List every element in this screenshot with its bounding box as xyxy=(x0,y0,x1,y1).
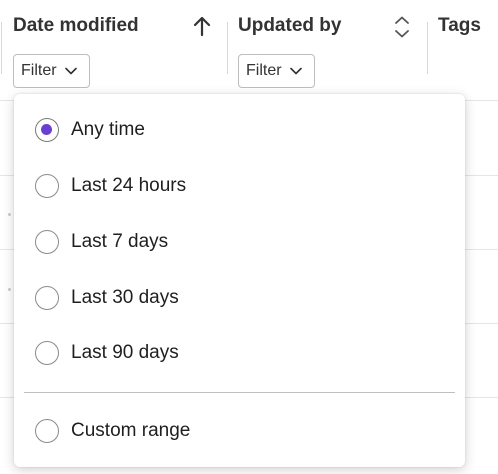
radio-button[interactable] xyxy=(35,230,59,254)
column-title-tags[interactable]: Tags xyxy=(438,15,481,37)
chevron-down-icon xyxy=(289,67,302,75)
filter-option-last-90-days[interactable]: Last 90 days xyxy=(14,329,465,377)
option-label: Any time xyxy=(71,119,145,140)
option-label: Last 30 days xyxy=(71,287,179,308)
column-title-updated-by[interactable]: Updated by xyxy=(238,15,341,37)
arrow-up-icon[interactable] xyxy=(191,14,213,38)
radio-button[interactable] xyxy=(35,174,59,198)
table-row-marker xyxy=(8,213,11,216)
sort-toggle-icon[interactable] xyxy=(393,15,411,39)
table-header: Date modified Filter Updated by Filter T… xyxy=(0,0,498,100)
option-label: Last 90 days xyxy=(71,342,179,363)
menu-divider xyxy=(24,392,455,393)
updated-by-filter-button[interactable]: Filter xyxy=(238,54,315,88)
column-title-date-modified[interactable]: Date modified xyxy=(13,15,139,37)
option-label: Custom range xyxy=(71,420,191,441)
radio-button-selected[interactable] xyxy=(35,118,59,142)
radio-button[interactable] xyxy=(35,286,59,310)
table-row-marker xyxy=(8,288,11,291)
column-separator xyxy=(1,22,2,74)
filter-option-last-7-days[interactable]: Last 7 days xyxy=(14,218,465,266)
radio-button[interactable] xyxy=(35,341,59,365)
filter-option-custom-range[interactable]: Custom range xyxy=(14,407,465,455)
radio-button[interactable] xyxy=(35,419,59,443)
filter-button-label: Filter xyxy=(21,62,57,79)
filter-option-any-time[interactable]: Any time xyxy=(14,106,465,154)
option-label: Last 24 hours xyxy=(71,175,187,196)
option-label: Last 7 days xyxy=(71,231,169,252)
chevron-down-icon xyxy=(64,67,77,75)
date-filter-dropdown: Any time Last 24 hours Last 7 days Last … xyxy=(14,94,465,467)
date-modified-filter-button[interactable]: Filter xyxy=(13,54,90,88)
column-separator xyxy=(427,22,428,74)
filter-option-last-24-hours[interactable]: Last 24 hours xyxy=(14,162,465,210)
filter-option-last-30-days[interactable]: Last 30 days xyxy=(14,274,465,322)
filter-button-label: Filter xyxy=(246,62,282,79)
column-separator xyxy=(227,22,228,74)
